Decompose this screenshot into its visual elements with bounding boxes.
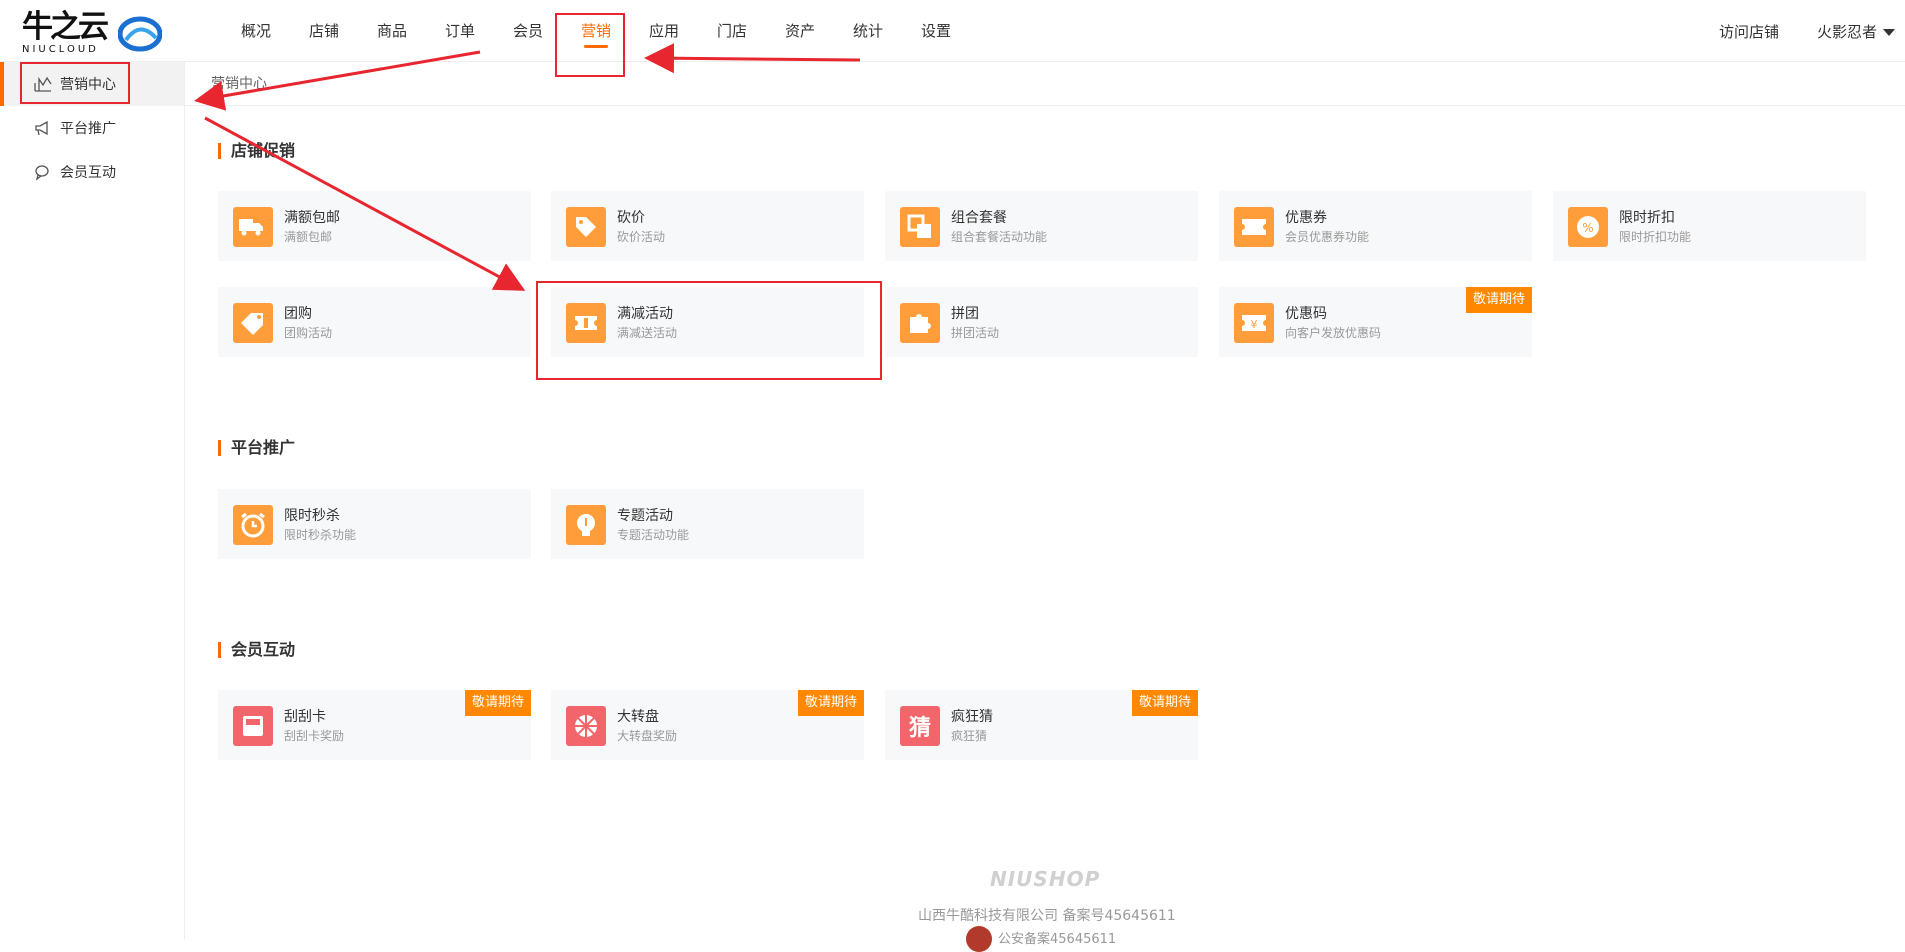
card-desc: 满额包邮 [284,230,333,244]
card-desc: 专题活动功能 [617,528,690,542]
puzzle-icon [900,303,940,343]
chat-icon [35,165,49,181]
visit-store-link[interactable]: 访问店铺 [1719,21,1779,42]
card-desc: 大转盘奖励 [617,729,678,743]
marketing-card[interactable]: 组合套餐组合套餐活动功能 [885,191,1198,261]
icon-glyph: 猜 [908,716,931,741]
marketing-card[interactable]: 优惠券会员优惠券功能 [1219,191,1532,261]
marketing-card[interactable]: 猜疯狂猜 疯狂猜 敬请期待 [885,690,1198,760]
marketing-card[interactable]: 专题活动专题活动功能 [551,489,864,559]
card-desc: 刮刮卡奖励 [284,729,345,743]
breadcrumb: 营销中心 [185,62,1905,106]
percent-icon: % [1568,207,1608,247]
card-name: 组合套餐 [951,210,1007,226]
marketing-card[interactable]: 砍价 砍价活动 [551,191,864,261]
card-desc: 限时折扣功能 [1619,230,1692,244]
card-name: 团购 [284,306,312,322]
bulb-icon [566,505,606,545]
card-desc: 拼团活动 [951,326,1000,340]
card-desc: 限时秒杀功能 [284,528,357,542]
nav-item-0[interactable]: 概况 [222,0,290,62]
truck-icon [233,207,273,247]
card-desc: 会员优惠券功能 [1285,230,1370,244]
footer-company: 山西牛酷科技有限公司 备案号45645611 [918,908,1176,924]
scratch-icon [233,706,273,746]
top-header: 牛之云 NIUCLOUD 概况 店铺 商品 订单 会员 营销 应用 门店 资产 统计 设置 访问店铺… [0,0,1905,62]
footer-brand: NIUSHOP [990,867,1101,891]
logo-swirl-icon [118,16,162,52]
nav-item-6[interactable]: 应用 [630,0,698,62]
combo-icon [900,207,940,247]
card-name: 优惠券 [1285,210,1327,226]
highlight-card-full-reduction [536,281,882,380]
label-icon [233,303,273,343]
police-emblem-icon [966,926,992,952]
nav-item-10[interactable]: 设置 [902,0,970,62]
marketing-card[interactable]: 大转盘大转盘奖励 敬请期待 [551,690,864,760]
card-name: 优惠码 [1285,306,1327,322]
highlight-sidebar-marketing-center [20,62,130,104]
marketing-card[interactable]: ¥ 优惠码向客户发放优惠码 敬请期待 [1219,287,1532,357]
card-name: 拼团 [951,306,979,322]
coming-soon-badge: 敬请期待 [797,690,864,716]
logo-cn-text: 牛之云 [22,9,109,45]
section-title-member-interaction: 会员互动 [218,642,295,658]
sidebar-item-label: 平台推广 [60,121,116,137]
card-name: 砍价 [617,210,645,226]
card-desc: 疯狂猜 [951,729,988,743]
niucloud-logo[interactable]: 牛之云 NIUCLOUD [22,10,162,55]
yen-ticket-icon: ¥ [1234,303,1274,343]
coupon-icon [1234,207,1274,247]
marketing-card[interactable]: 团购 团购活动 [218,287,531,357]
nav-item-3[interactable]: 订单 [426,0,494,62]
alarm-icon [233,505,273,545]
user-name: 火影忍者 [1816,22,1877,41]
coming-soon-badge: 敬请期待 [464,690,531,716]
card-desc: 砍价活动 [617,230,666,244]
nav-item-4[interactable]: 会员 [494,0,562,62]
footer-police: 公安备案45645611 [998,932,1117,947]
svg-text:¥: ¥ [1251,318,1258,331]
nav-item-7[interactable]: 门店 [698,0,766,62]
card-name: 限时秒杀 [284,508,340,524]
card-name: 疯狂猜 [951,709,993,725]
sidebar-item-member-interaction[interactable]: 会员互动 [0,150,184,194]
marketing-card[interactable]: 限时秒杀限时秒杀功能 [218,489,531,559]
card-name: 专题活动 [617,508,673,524]
sidebar: 营销中心 平台推广 会员互动 [0,62,185,939]
section-title-platform-promotion: 平台推广 [218,440,295,456]
card-name: 大转盘 [617,709,659,725]
logo-en-text: NIUCLOUD [22,44,99,55]
nav-item-2[interactable]: 商品 [358,0,426,62]
sidebar-item-platform-promotion[interactable]: 平台推广 [0,106,184,150]
megaphone-icon [35,120,48,136]
card-name: 刮刮卡 [284,709,326,725]
card-desc: 组合套餐活动功能 [951,230,1048,244]
wheel-icon [566,706,606,746]
nav-item-8[interactable]: 资产 [766,0,834,62]
svg-text:%: % [1582,221,1593,235]
marketing-card[interactable]: 拼团 拼团活动 [885,287,1198,357]
marketing-card[interactable]: 满额包邮 满额包邮 [218,191,531,261]
card-desc: 团购活动 [284,326,333,340]
marketing-card[interactable]: % 限时折扣限时折扣功能 [1553,191,1866,261]
tag-icon [566,207,606,247]
sidebar-item-label: 会员互动 [60,165,116,181]
nav-item-1[interactable]: 店铺 [290,0,358,62]
card-name: 满额包邮 [284,210,340,226]
section-title-store-promotion: 店铺促销 [218,143,295,159]
card-name: 限时折扣 [1619,210,1675,226]
coming-soon-badge: 敬请期待 [1465,287,1532,313]
nav-item-9[interactable]: 统计 [834,0,902,62]
marketing-card[interactable]: 刮刮卡刮刮卡奖励 敬请期待 [218,690,531,760]
coming-soon-badge: 敬请期待 [1131,690,1198,716]
highlight-nav-marketing [555,13,625,77]
user-menu[interactable]: 火影忍者 [1817,21,1895,42]
guess-icon: 猜 [900,706,940,746]
card-desc: 向客户发放优惠码 [1285,326,1382,340]
caret-down-icon [1883,28,1895,36]
